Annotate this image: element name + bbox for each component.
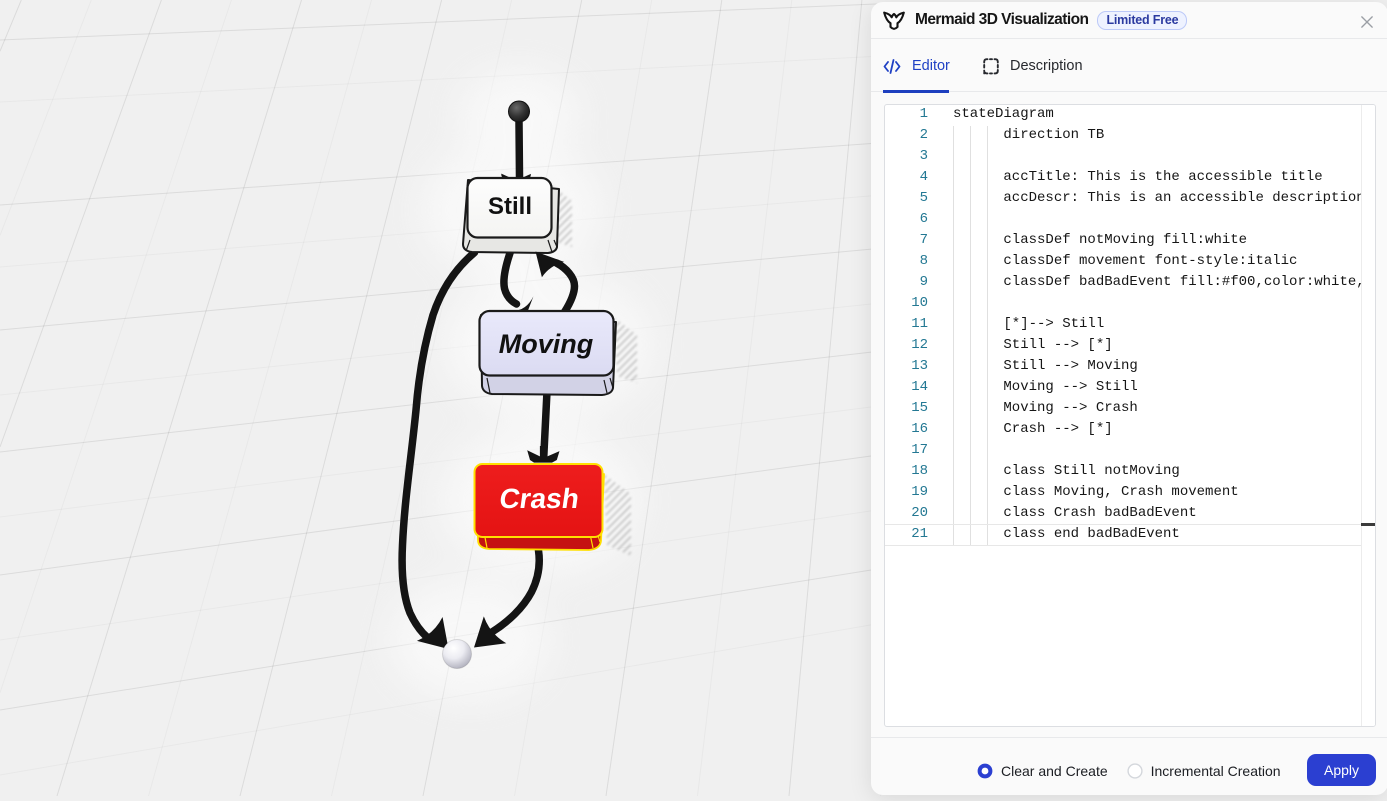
svg-text:Moving: Moving (499, 329, 594, 359)
svg-text:Crash: Crash (497, 483, 581, 514)
svg-text:Still: Still (488, 193, 532, 220)
